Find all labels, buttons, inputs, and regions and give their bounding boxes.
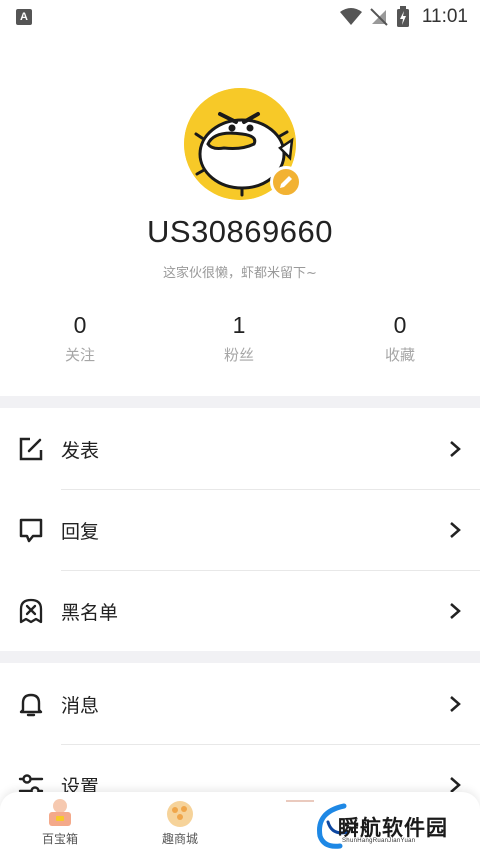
- blacklist-icon: [19, 598, 43, 624]
- stat-label: 关注: [64, 346, 95, 364]
- chevron-right-icon: [450, 603, 461, 619]
- edit-avatar-button[interactable]: [270, 166, 302, 198]
- tab-treasure-box[interactable]: 百宝箱: [20, 798, 100, 847]
- menu-item-label: 消息: [61, 694, 100, 717]
- menu-item-blacklist[interactable]: 黑名单: [0, 571, 480, 651]
- status-icons: 11:01: [339, 5, 468, 29]
- no-signal-icon: [370, 8, 388, 26]
- comment-icon: [19, 518, 43, 543]
- menu-item-post[interactable]: 发表: [0, 409, 480, 489]
- user-signature: 这家伙很懒，虾都米留下~: [163, 266, 317, 281]
- chevron-right-icon: [450, 441, 461, 457]
- tab-label: 趣商城: [161, 832, 198, 846]
- stat-value: 0: [393, 312, 407, 338]
- chevron-right-icon: [450, 696, 461, 712]
- watermark-logo: 瞬航软件园 ShunHangRuanJianYuan: [312, 800, 472, 852]
- stat-favorites[interactable]: 0 收藏: [340, 310, 460, 365]
- section-divider: [0, 396, 480, 408]
- section-divider: [0, 651, 480, 663]
- pencil-icon: [280, 176, 292, 188]
- tab-indicator-icon: [286, 800, 314, 802]
- bell-icon: [19, 693, 43, 717]
- watermark-subtitle: ShunHangRuanJianYuan: [342, 838, 416, 844]
- avatar-container[interactable]: [184, 88, 302, 200]
- menu-item-label: 发表: [61, 439, 100, 462]
- battery-charging-icon: [396, 6, 409, 27]
- shop-icon: [167, 801, 193, 827]
- menu-item-messages[interactable]: 消息: [0, 664, 480, 744]
- menu-item-label: 黑名单: [61, 601, 119, 624]
- stat-followers[interactable]: 1 粉丝: [179, 310, 299, 365]
- username: US30869660: [147, 214, 333, 249]
- stat-value: 1: [232, 312, 246, 338]
- stat-label: 粉丝: [223, 346, 254, 364]
- edit-icon: [19, 437, 43, 461]
- status-bar: A 11:01: [0, 0, 480, 34]
- stat-value: 0: [73, 312, 87, 338]
- tab-shop[interactable]: 趣商城: [140, 798, 220, 847]
- menu-item-reply[interactable]: 回复: [0, 490, 480, 570]
- stat-following[interactable]: 0 关注: [20, 310, 140, 365]
- app-notification-icon: A: [16, 9, 32, 25]
- chevron-right-icon: [450, 522, 461, 538]
- clock: 11:01: [421, 6, 468, 27]
- treasure-box-icon: [49, 799, 71, 826]
- stats-row: 0 关注 1 粉丝 0 收藏: [0, 310, 480, 370]
- stat-label: 收藏: [384, 346, 415, 364]
- wifi-icon: [339, 8, 362, 25]
- tab-label: 百宝箱: [41, 832, 78, 846]
- menu-item-label: 回复: [61, 520, 100, 543]
